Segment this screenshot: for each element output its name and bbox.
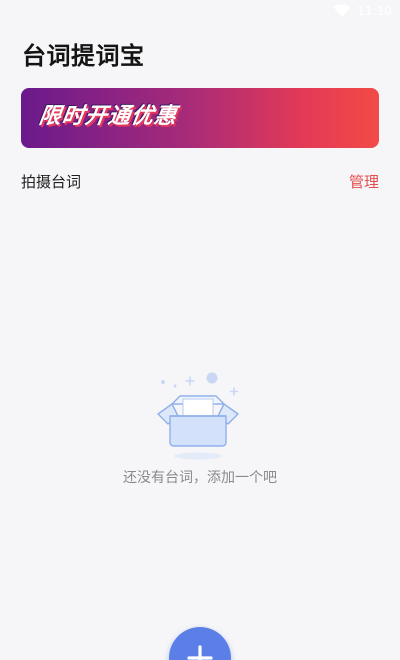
manage-button[interactable]: 管理 xyxy=(349,172,379,192)
promo-banner[interactable]: 限时开通优惠 xyxy=(21,88,379,148)
empty-state-message: 还没有台词，添加一个吧 xyxy=(123,470,277,486)
empty-state: 还没有台词，添加一个吧 xyxy=(0,368,400,488)
empty-box-icon xyxy=(157,372,239,460)
app-screen: 11:10 台词提词宝 限时开通优惠 拍摄台词 管理 还没有台词，添加一个吧 xyxy=(0,0,400,660)
wifi-icon xyxy=(333,4,351,17)
add-script-button[interactable] xyxy=(169,627,231,660)
status-time: 11:10 xyxy=(357,4,392,18)
status-bar: 11:10 xyxy=(0,0,400,24)
promo-banner-label: 限时开通优惠 xyxy=(37,104,179,129)
section-title: 拍摄台词 xyxy=(21,173,82,191)
section-header: 拍摄台词 管理 xyxy=(21,170,379,194)
page-title: 台词提词宝 xyxy=(22,42,145,70)
status-indicators: 11:10 xyxy=(333,4,392,18)
plus-icon xyxy=(187,645,213,660)
